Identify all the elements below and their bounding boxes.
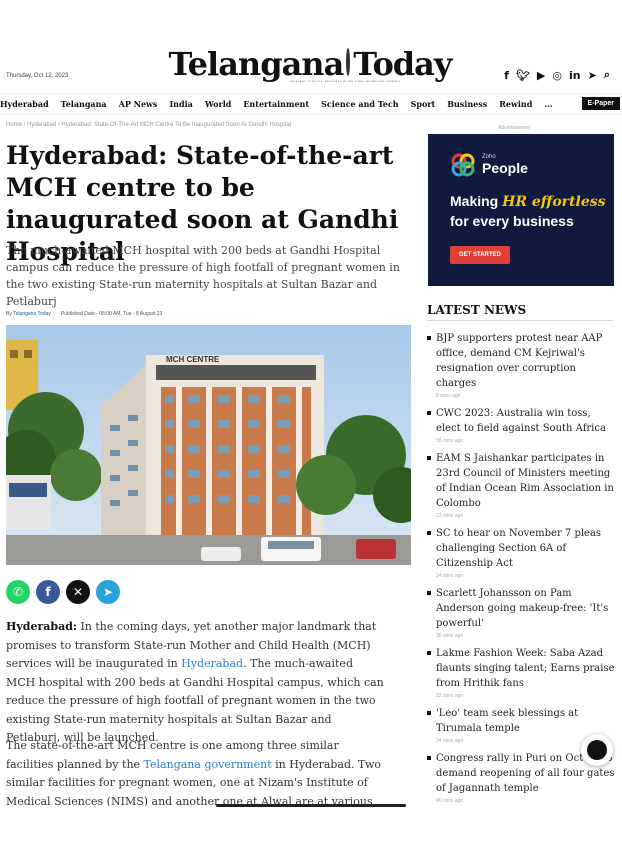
article-summary: The much-awaited MCH hospital with 200 b… bbox=[6, 244, 400, 308]
byline-prefix: By bbox=[6, 311, 12, 317]
bullet-icon bbox=[427, 336, 431, 340]
news-item-title[interactable]: BJP supporters protest near AAP office, … bbox=[436, 331, 615, 391]
telegram-icon[interactable]: ➤ bbox=[96, 580, 120, 604]
whatsapp-icon[interactable]: ✆ bbox=[6, 580, 30, 604]
nav-more-menu[interactable]: ... bbox=[544, 99, 552, 109]
news-item-time: 18 mins ago bbox=[436, 438, 464, 444]
nav-item-sport[interactable]: Sport bbox=[411, 99, 436, 109]
latest-news-title: LATEST NEWS bbox=[427, 303, 527, 317]
byline-author-wrap: By Telangana Today bbox=[6, 311, 51, 317]
published-date: Published Date - 08:00 AM, Tue - 8 Augus… bbox=[60, 311, 163, 317]
breadcrumb[interactable]: Home / Hyderabad / Hyderabad: State-Of-T… bbox=[6, 122, 291, 128]
nav-item-rewind[interactable]: Rewind bbox=[499, 99, 532, 109]
zoho-brand-big: People bbox=[482, 160, 528, 176]
header-date: Thursday, Oct 12, 2023 bbox=[6, 73, 69, 79]
nav-item-hyderabad[interactable]: Hyderabad bbox=[0, 99, 49, 109]
news-item-time: 23 mins ago bbox=[436, 513, 464, 519]
instagram-icon[interactable]: ◎ bbox=[552, 69, 562, 82]
news-item[interactable]: Scarlett Johansson on Pam Anderson going… bbox=[427, 586, 615, 639]
nav-item-business[interactable]: Business bbox=[447, 99, 487, 109]
main-nav: Hyderabad Telangana AP News India World … bbox=[0, 93, 622, 115]
telangana-government-link[interactable]: Telangana government bbox=[144, 758, 272, 771]
byline-author[interactable]: Telangana Today bbox=[13, 311, 51, 317]
news-item[interactable]: CWC 2023: Australia win toss, elect to f… bbox=[427, 406, 615, 444]
facebook-icon[interactable]: f bbox=[504, 69, 509, 82]
news-item[interactable]: EAM S Jaishankar participates in 23rd Co… bbox=[427, 451, 615, 519]
news-item-time: 30 mins ago bbox=[436, 633, 464, 639]
social-links: f 🐦︎ ▶ ◎ in ➤ ⌕ bbox=[504, 68, 610, 82]
news-item[interactable]: SC to hear on November 7 pleas challengi… bbox=[427, 526, 615, 579]
news-item-title[interactable]: EAM S Jaishankar participates in 23rd Co… bbox=[436, 451, 615, 511]
twitter-icon[interactable]: 🐦︎ bbox=[516, 69, 530, 82]
bullet-icon bbox=[427, 531, 431, 535]
zoho-brand-text: Zoho People bbox=[482, 154, 528, 176]
epaper-button[interactable]: E-Paper bbox=[581, 97, 620, 110]
news-item-title[interactable]: 'Leo' team seek blessings at Tirumala te… bbox=[436, 706, 615, 736]
linkedin-icon[interactable]: in bbox=[569, 69, 581, 82]
nav-item-science-tech[interactable]: Science and Tech bbox=[321, 99, 399, 109]
notification-bell-button[interactable] bbox=[581, 734, 613, 766]
news-item-time: 40 mins ago bbox=[436, 798, 464, 804]
x-icon[interactable]: ✕ bbox=[66, 580, 90, 604]
news-item-title[interactable]: Scarlett Johansson on Pam Anderson going… bbox=[436, 586, 615, 631]
nav-item-india[interactable]: India bbox=[169, 99, 192, 109]
bullet-icon bbox=[427, 591, 431, 595]
nav-item-entertainment[interactable]: Entertainment bbox=[243, 99, 309, 109]
get-started-button[interactable]: GET STARTED bbox=[450, 246, 510, 264]
horizontal-scrollbar[interactable] bbox=[216, 804, 406, 807]
nav-item-world[interactable]: World bbox=[205, 99, 232, 109]
news-item-title[interactable]: CWC 2023: Australia win toss, elect to f… bbox=[436, 406, 615, 436]
zoho-people-ad[interactable]: Zoho People Making HR effortless for eve… bbox=[428, 134, 614, 286]
news-item[interactable]: Lakme Fashion Week: Saba Azad flaunts si… bbox=[427, 646, 615, 699]
page-bottom-fade bbox=[0, 806, 622, 852]
ad-line1-accent: HR effortless bbox=[502, 194, 606, 210]
news-item-time: 32 mins ago bbox=[436, 693, 464, 699]
bullet-icon bbox=[427, 651, 431, 655]
zoho-people-logo-icon bbox=[451, 153, 475, 177]
logo-tagline: RELEVANT TO ROOTS. ANCHORED IN THE TIMES… bbox=[290, 80, 401, 83]
latest-news-divider bbox=[427, 320, 613, 321]
ad-line1: Making bbox=[450, 193, 503, 209]
telegram-icon[interactable]: ➤ bbox=[588, 69, 597, 82]
news-item-time: 8 mins ago bbox=[436, 393, 461, 399]
ad-label: Advertisement bbox=[498, 125, 530, 131]
news-item-title[interactable]: SC to hear on November 7 pleas challengi… bbox=[436, 526, 615, 571]
logo-emblem-icon bbox=[346, 48, 351, 76]
news-item-title[interactable]: Lakme Fashion Week: Saba Azad flaunts si… bbox=[436, 646, 615, 691]
bell-icon bbox=[587, 740, 607, 760]
dateline: Hyderabad: bbox=[6, 620, 77, 633]
building-sign: MCH CENTRE bbox=[166, 355, 220, 364]
para1-text-b: . The much-awaited MCH hospital with 200… bbox=[6, 657, 384, 744]
news-item-time: 24 mins ago bbox=[436, 573, 464, 579]
share-bar: ✆ f ✕ ➤ bbox=[6, 580, 120, 604]
zoho-brand: Zoho People bbox=[450, 152, 528, 178]
byline: By Telangana Today Published Date - 08:0… bbox=[6, 311, 162, 317]
article-paragraph-1: Hyderabad: In the coming days, yet anoth… bbox=[6, 618, 384, 748]
ad-line2: for every business bbox=[450, 213, 574, 229]
article-hero-image: MCH CENTRE bbox=[6, 325, 411, 565]
bullet-icon bbox=[427, 411, 431, 415]
bullet-icon bbox=[427, 456, 431, 460]
nav-item-ap-news[interactable]: AP News bbox=[119, 99, 158, 109]
search-icon[interactable]: ⌕ bbox=[604, 68, 610, 82]
news-item[interactable]: BJP supporters protest near AAP office, … bbox=[427, 331, 615, 399]
logo-text-left: Telangana bbox=[168, 45, 345, 83]
hospital-building-illustration: MCH CENTRE bbox=[6, 325, 411, 565]
hyderabad-link[interactable]: Hyderabad bbox=[181, 657, 243, 670]
facebook-icon[interactable]: f bbox=[36, 580, 60, 604]
nav-item-telangana[interactable]: Telangana bbox=[61, 99, 107, 109]
ad-headline: Making HR effortless for every business bbox=[450, 192, 610, 231]
bullet-icon bbox=[427, 756, 431, 760]
logo-text-right: Today bbox=[353, 45, 452, 83]
youtube-icon[interactable]: ▶ bbox=[537, 69, 545, 82]
bullet-icon bbox=[427, 711, 431, 715]
